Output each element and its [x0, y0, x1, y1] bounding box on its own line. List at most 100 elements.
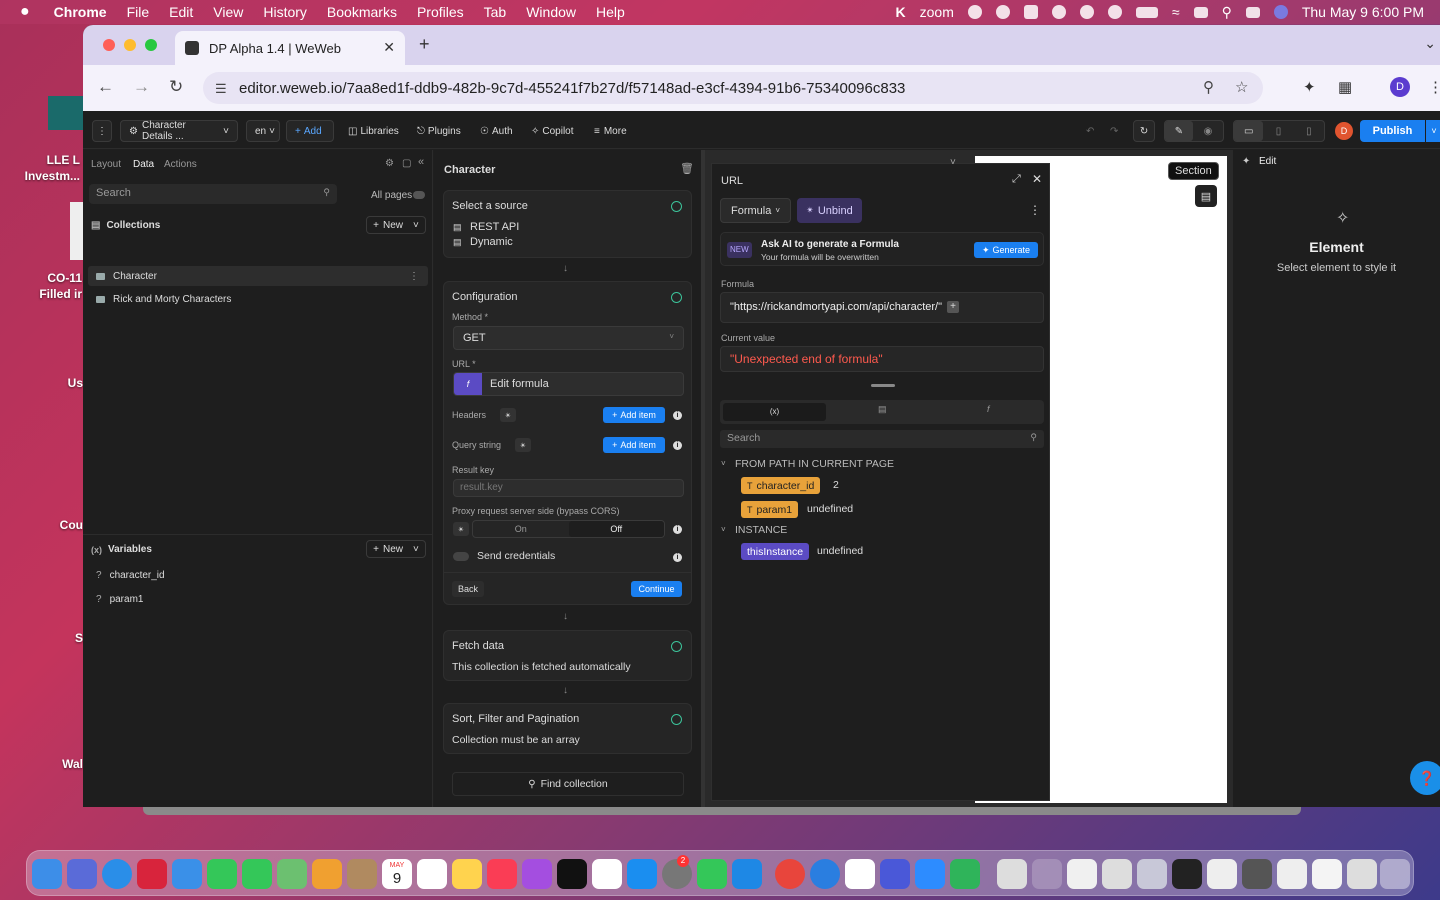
mail-icon[interactable]: [172, 859, 202, 889]
tab-data[interactable]: Data: [133, 159, 154, 170]
browser-tab[interactable]: DP Alpha 1.4 | WeWeb ✕: [175, 31, 405, 65]
app-store-icon[interactable]: [627, 859, 657, 889]
podcasts-icon[interactable]: [522, 859, 552, 889]
klack-icon[interactable]: [950, 859, 980, 889]
query-add-item-button[interactable]: + Add item: [603, 437, 665, 453]
var-tag-this-instance[interactable]: thisInstance: [741, 543, 810, 560]
desktop-label-4[interactable]: Filled ir: [20, 287, 82, 301]
info-icon[interactable]: i: [673, 553, 682, 562]
close-popup-icon[interactable]: ✕: [1032, 172, 1042, 186]
desktop-file-thumbnail[interactable]: [48, 96, 84, 130]
method-select[interactable]: GET ˅: [453, 326, 684, 350]
spotlight-icon[interactable]: ⚲: [1222, 4, 1232, 21]
siri-icon[interactable]: [1273, 5, 1288, 19]
var-tag-character-id[interactable]: T character_id: [741, 477, 821, 494]
edit-label[interactable]: Edit: [1259, 156, 1276, 167]
maps-icon[interactable]: [277, 859, 307, 889]
safari-icon[interactable]: [102, 859, 132, 889]
photos-icon[interactable]: [312, 859, 342, 889]
unbind-button[interactable]: ✴ Unbind: [797, 198, 862, 223]
formula-editor[interactable]: "https://rickandmortyapi.com/api/charact…: [720, 292, 1044, 323]
menu-history[interactable]: History: [263, 4, 307, 20]
trash-icon[interactable]: [1380, 859, 1410, 889]
source-card[interactable]: Select a source ▤ REST API ▤ Dynamic: [443, 190, 692, 258]
menu-window[interactable]: Window: [526, 4, 576, 20]
section-badge[interactable]: Section: [1168, 162, 1219, 180]
more-vertical-icon[interactable]: ⋮: [409, 271, 419, 282]
add-button[interactable]: + Add: [286, 120, 334, 142]
zoom-icon[interactable]: [915, 859, 945, 889]
extension-pin-icon[interactable]: ✦: [1303, 78, 1316, 96]
chrome-icon[interactable]: [775, 859, 805, 889]
music-icon[interactable]: [487, 859, 517, 889]
result-key-input[interactable]: result.key: [453, 479, 684, 497]
more-vertical-icon[interactable]: ⋮: [1029, 203, 1041, 217]
help-chat-button[interactable]: ❓: [1410, 761, 1440, 795]
tab-variables-icon[interactable]: (x): [723, 403, 826, 421]
messenger-icon[interactable]: [1079, 5, 1094, 19]
formula-mode-button[interactable]: Formula ˅: [720, 198, 791, 223]
minimize-window-button[interactable]: [124, 39, 136, 51]
desktop-label-7[interactable]: S: [60, 631, 83, 645]
window-thumbnail-2[interactable]: [1102, 859, 1132, 889]
calendar-icon[interactable]: MAY 9: [382, 859, 412, 889]
plugins-button[interactable]: ⎋ Plugins: [409, 120, 469, 142]
notes-icon[interactable]: [452, 859, 482, 889]
var-tag-param1[interactable]: T param1: [741, 501, 799, 518]
pencil-icon[interactable]: ✎: [1165, 121, 1193, 141]
collapse-panel-icon[interactable]: «: [418, 156, 424, 168]
edit-mode-toggle[interactable]: ✎ ◉: [1164, 120, 1224, 142]
desktop-doc-thumbnail[interactable]: [70, 202, 84, 260]
window-thumbnail-6[interactable]: [1242, 859, 1272, 889]
sort-filter-card[interactable]: Sort, Filter and Pagination Collection m…: [443, 703, 692, 754]
window-thumbnail-9[interactable]: [1347, 859, 1377, 889]
headers-add-item-button[interactable]: + Add item: [603, 407, 665, 423]
desktop-label-2[interactable]: Investm...: [10, 169, 80, 183]
menu-view[interactable]: View: [213, 4, 243, 20]
wifi-icon[interactable]: ≈: [1172, 4, 1180, 20]
collections-header[interactable]: ▤ Collections: [91, 220, 160, 231]
extensions-puzzle-icon[interactable]: ▦: [1338, 78, 1352, 96]
display-icon[interactable]: [1193, 6, 1208, 18]
trash-icon[interactable]: 🗑: [680, 162, 694, 175]
back-icon[interactable]: ←: [97, 77, 114, 97]
desktop-label-6[interactable]: Cou: [40, 518, 83, 532]
close-window-button[interactable]: [103, 39, 115, 51]
section-settings-icon[interactable]: ▤: [1195, 185, 1217, 207]
desktop-label-5[interactable]: Us: [40, 376, 83, 390]
libraries-button[interactable]: ◫ Libraries: [340, 120, 407, 142]
more-button[interactable]: ≡ More: [586, 120, 635, 142]
info-icon[interactable]: i: [673, 525, 682, 534]
zoom-menu-label[interactable]: zoom: [920, 4, 954, 20]
refresh-button[interactable]: ↻: [1133, 120, 1155, 142]
battery-icon[interactable]: [1135, 6, 1158, 18]
page-select[interactable]: ⚙ Character Details ... ˅: [120, 120, 238, 142]
headers-bind-icon[interactable]: ✴: [500, 408, 516, 422]
settings-icon[interactable]: ⚙: [385, 158, 394, 169]
formula-plus-icon[interactable]: +: [947, 301, 960, 314]
collection-item-character[interactable]: Character ⋮: [88, 266, 428, 286]
tab-search-chevron-icon[interactable]: ⌄: [1424, 35, 1436, 52]
window-thumbnail-5[interactable]: [1207, 859, 1237, 889]
grammarly-icon[interactable]: [1051, 5, 1066, 19]
vscode-icon[interactable]: [732, 859, 762, 889]
variable-item-param1[interactable]: ? param1: [88, 589, 428, 609]
menubar-datetime[interactable]: Thu May 9 6:00 PM: [1302, 4, 1424, 20]
window-thumbnail-3[interactable]: [1137, 859, 1167, 889]
tab-actions[interactable]: Actions: [164, 159, 197, 170]
generate-button[interactable]: ✦ Generate: [974, 242, 1038, 258]
screen-app-icon[interactable]: [810, 859, 840, 889]
desktop-label-1[interactable]: LLE L: [30, 153, 80, 167]
chrome-menu-icon[interactable]: ⋮: [1428, 78, 1440, 96]
desktop-label-3[interactable]: CO-11: [30, 271, 82, 285]
language-select[interactable]: en ˅: [246, 120, 280, 142]
new-variable-button[interactable]: + New ˅: [366, 540, 426, 558]
back-button[interactable]: Back: [452, 581, 485, 597]
variable-item-character-id[interactable]: ? character_id: [88, 565, 428, 585]
continue-button[interactable]: Continue: [631, 581, 682, 597]
variables-header[interactable]: (x) Variables: [91, 544, 152, 555]
clipboard-app-icon[interactable]: [697, 859, 727, 889]
url-edit-formula-button[interactable]: f Edit formula: [453, 372, 684, 396]
mobile-icon[interactable]: ▯: [1294, 126, 1324, 137]
proxy-on-option[interactable]: On: [473, 521, 569, 537]
